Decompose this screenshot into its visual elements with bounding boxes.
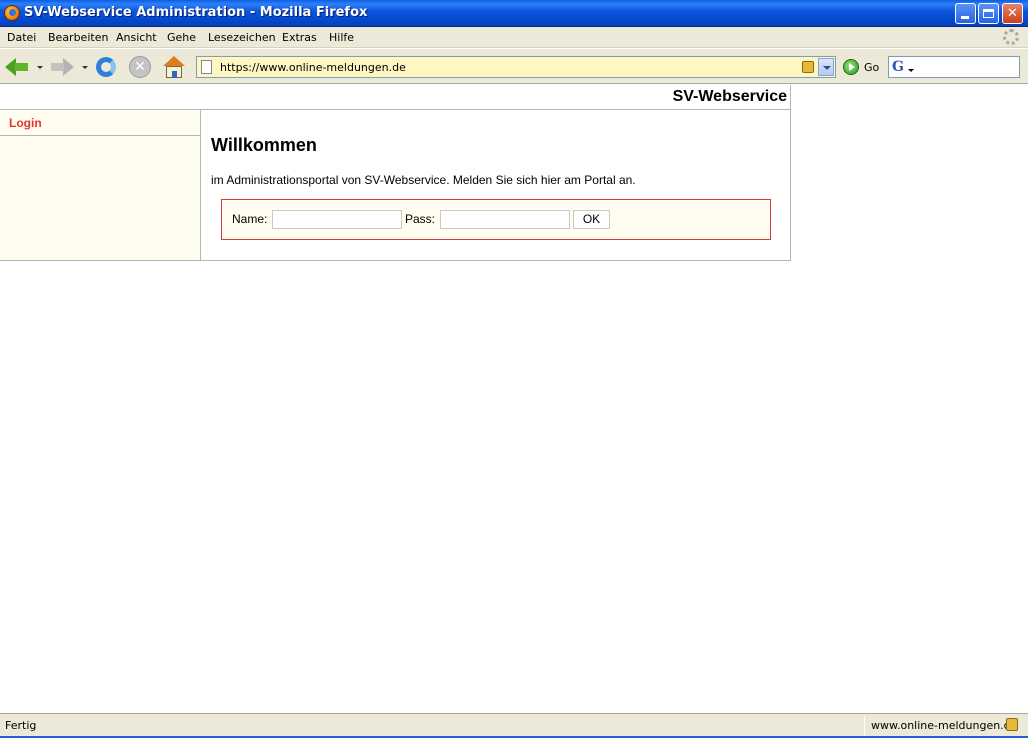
- menu-datei[interactable]: Datei: [7, 31, 36, 44]
- firefox-icon: [4, 5, 20, 21]
- back-dropdown-arrow-icon[interactable]: [37, 66, 43, 69]
- close-icon: ✕: [1007, 6, 1018, 21]
- menu-bar: Datei Bearbeiten Ansicht Gehe Lesezeiche…: [0, 27, 1028, 48]
- password-input[interactable]: [440, 210, 570, 229]
- menu-lesezeichen[interactable]: Lesezeichen: [208, 31, 276, 44]
- stop-button[interactable]: ✕: [128, 55, 152, 79]
- close-button[interactable]: ✕: [1002, 3, 1023, 24]
- status-bar: Fertig www.online-meldungen.de: [0, 713, 1028, 738]
- status-text: Fertig: [5, 719, 37, 732]
- page-icon: [201, 60, 212, 74]
- throbber-icon: [1003, 29, 1019, 45]
- menu-bearbeiten[interactable]: Bearbeiten: [48, 31, 108, 44]
- forward-dropdown-arrow-icon[interactable]: [82, 66, 88, 69]
- page-viewport: SV-Webservice Login Willkommen im Admini…: [0, 85, 1028, 713]
- site-header: SV-Webservice: [0, 85, 791, 110]
- menu-ansicht[interactable]: Ansicht: [116, 31, 157, 44]
- restore-icon: [983, 9, 994, 18]
- forward-arrow-icon: [63, 58, 74, 76]
- pass-label: Pass:: [405, 212, 436, 226]
- home-button[interactable]: [162, 55, 186, 79]
- back-button[interactable]: [5, 55, 29, 79]
- home-icon: [163, 56, 185, 66]
- window-title: SV-Webservice Administration - Mozilla F…: [24, 5, 368, 20]
- padlock-icon[interactable]: [802, 61, 814, 73]
- go-icon[interactable]: [843, 59, 859, 75]
- sidebar: Login: [0, 110, 201, 261]
- restore-button[interactable]: [978, 3, 999, 24]
- search-input[interactable]: G: [888, 56, 1020, 78]
- status-host: www.online-meldungen.de: [871, 719, 1018, 732]
- secure-lock-icon[interactable]: [1006, 718, 1018, 731]
- login-submit-button[interactable]: OK: [573, 210, 610, 229]
- menu-hilfe[interactable]: Hilfe: [329, 31, 354, 44]
- login-form: Name: Pass: OK: [221, 199, 771, 240]
- search-engine-dropdown-icon[interactable]: [908, 69, 914, 72]
- minimize-icon: [961, 16, 969, 19]
- window-titlebar[interactable]: SV-Webservice Administration - Mozilla F…: [0, 0, 1028, 27]
- forward-button[interactable]: [50, 55, 74, 79]
- go-button-label[interactable]: Go: [864, 61, 879, 74]
- google-search-engine-icon[interactable]: G: [892, 59, 908, 75]
- status-divider: [864, 716, 865, 735]
- minimize-button[interactable]: [955, 3, 976, 24]
- url-history-dropdown[interactable]: [818, 58, 834, 76]
- reload-button[interactable]: [94, 55, 118, 79]
- menu-gehe[interactable]: Gehe: [167, 31, 196, 44]
- site-title: SV-Webservice: [672, 88, 787, 105]
- stop-icon: ✕: [129, 56, 151, 78]
- name-input[interactable]: [272, 210, 402, 229]
- url-input[interactable]: https://www.online-meldungen.de: [220, 61, 406, 74]
- page-title: Willkommen: [211, 135, 317, 155]
- intro-text: im Administrationsportal von SV-Webservi…: [211, 173, 636, 187]
- main-content: Willkommen im Administrationsportal von …: [201, 110, 791, 261]
- address-bar[interactable]: https://www.online-meldungen.de: [196, 56, 836, 78]
- name-label: Name:: [232, 212, 268, 226]
- reload-icon: [96, 57, 116, 77]
- menu-extras[interactable]: Extras: [282, 31, 317, 44]
- sidebar-item-login[interactable]: Login: [0, 110, 200, 136]
- sidebar-item-label[interactable]: Login: [9, 116, 42, 130]
